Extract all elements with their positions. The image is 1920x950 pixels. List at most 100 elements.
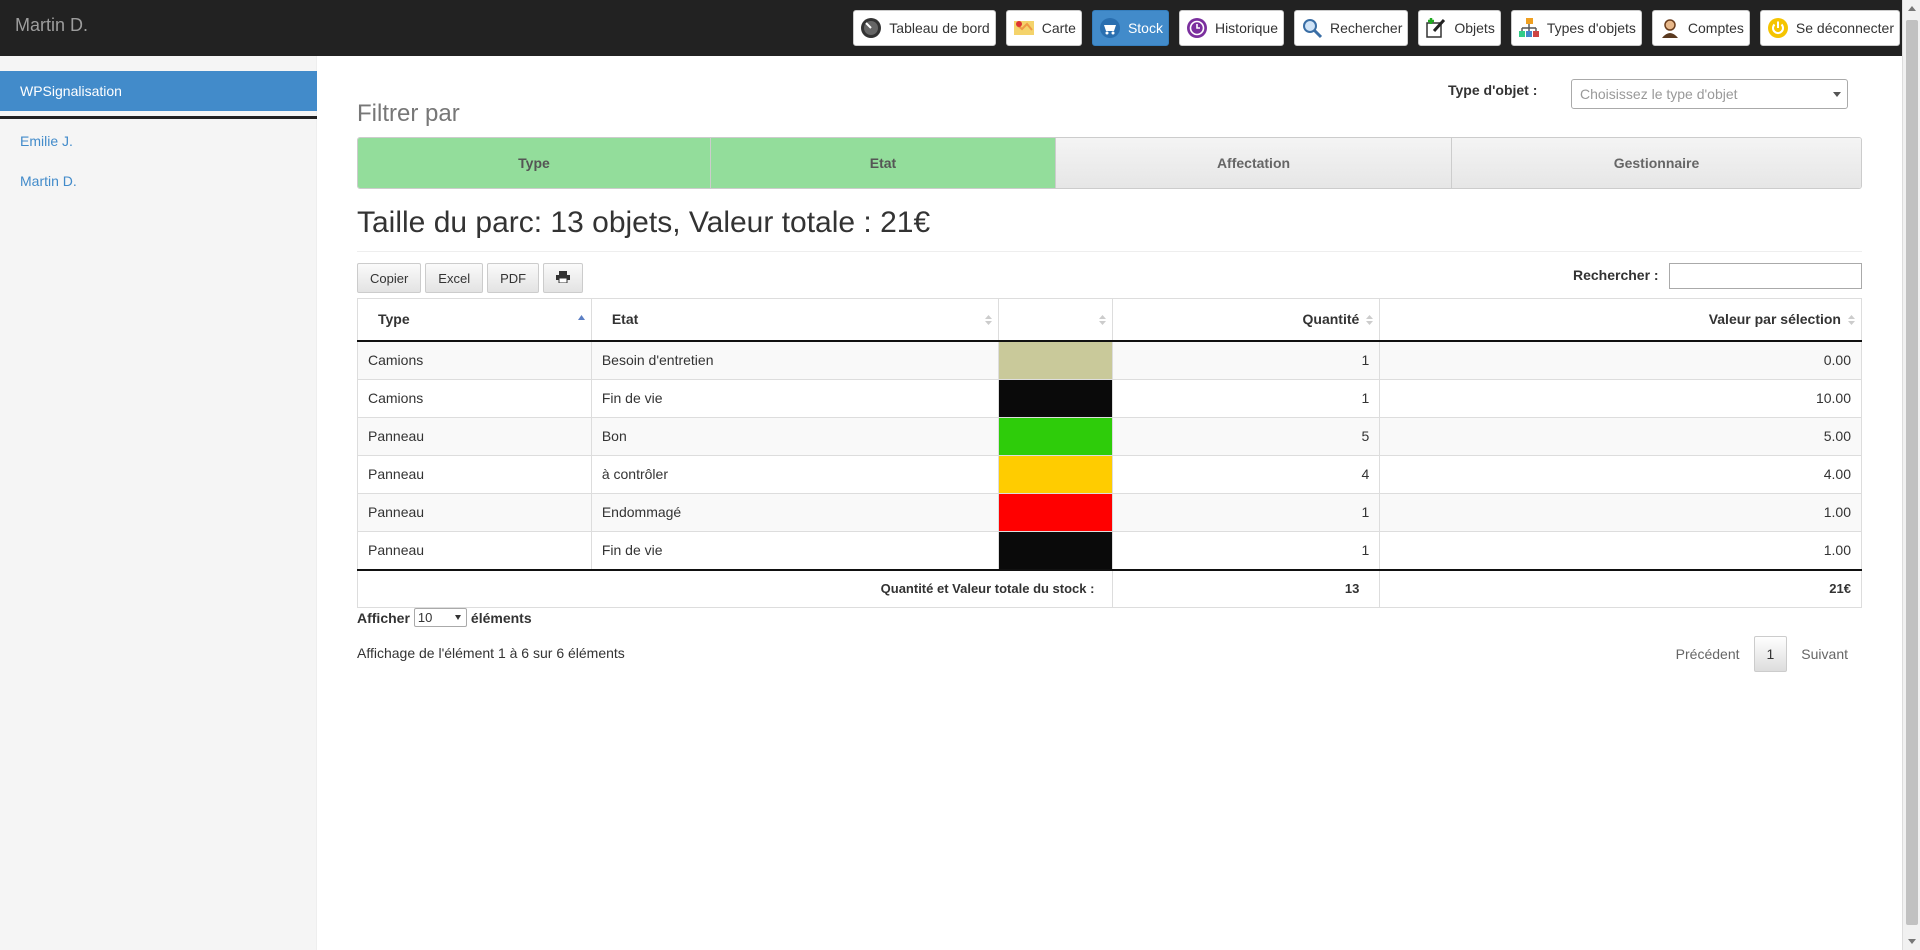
summary-divider: [357, 251, 1862, 252]
column-header-valeur[interactable]: Valeur par sélection: [1379, 298, 1862, 342]
user-accounts-icon: [1658, 16, 1682, 40]
filter-tab-gestionnaire[interactable]: Gestionnaire: [1452, 138, 1861, 188]
filter-tab-affectation[interactable]: Affectation: [1056, 138, 1452, 188]
color-swatch: [998, 417, 1113, 455]
sidebar-divider: [0, 116, 317, 119]
cell-etat: Besoin d'entretien: [590, 340, 999, 380]
nav-buttons: Tableau de bord Carte Stock Historique R…: [853, 10, 1900, 46]
table-info: Affichage de l'élément 1 à 6 sur 6 éléme…: [357, 645, 625, 661]
sidebar-link-martin[interactable]: Martin D.: [20, 173, 77, 189]
history-clock-icon: [1185, 16, 1209, 40]
object-type-select[interactable]: Choisissez le type d'objet: [1571, 79, 1848, 109]
sidebar-link-emilie[interactable]: Emilie J.: [20, 133, 73, 149]
cell-quantite: 1: [1112, 378, 1381, 418]
table-footer-row: Quantité et Valeur totale du stock : 13 …: [356, 568, 1862, 608]
nav-object-types-button[interactable]: Types d'objets: [1510, 10, 1642, 46]
cell-type: Panneau: [357, 454, 592, 494]
pdf-button[interactable]: PDF: [487, 263, 540, 293]
map-icon: [1012, 16, 1036, 40]
nav-logout-button[interactable]: Se déconnecter: [1759, 10, 1900, 46]
column-header-type[interactable]: Type: [357, 298, 592, 342]
table-header-row: Type Etat Quantité Valeur par sélection: [357, 298, 1862, 342]
cell-quantite: 4: [1112, 454, 1381, 494]
cell-color: [997, 416, 1114, 456]
cell-etat: Bon: [590, 416, 999, 456]
edit-objects-icon: [1424, 16, 1448, 40]
nav-dashboard-button[interactable]: Tableau de bord: [853, 10, 996, 46]
cell-type: Camions: [357, 340, 592, 380]
column-header-quantite[interactable]: Quantité: [1112, 298, 1381, 342]
column-header-color[interactable]: [997, 298, 1114, 342]
filter-tabs: Type Etat Affectation Gestionnaire: [357, 137, 1862, 189]
magnifier-icon: [1300, 16, 1324, 40]
cell-valeur: 1.00: [1379, 530, 1862, 570]
filter-tab-etat[interactable]: Etat: [711, 138, 1056, 188]
pagination-prev[interactable]: Précédent: [1662, 636, 1754, 672]
cell-quantite: 1: [1112, 340, 1381, 380]
hierarchy-icon: [1517, 16, 1541, 40]
table-row: Panneau Endommagé 1 1.00: [357, 492, 1862, 532]
sort-both-icon: [1366, 315, 1374, 325]
pagination: Précédent 1 Suivant: [1662, 636, 1862, 672]
cell-etat: Fin de vie: [590, 530, 999, 570]
cell-type: Panneau: [357, 492, 592, 532]
nav-accounts-button[interactable]: Comptes: [1651, 10, 1750, 46]
cell-quantite: 5: [1112, 416, 1381, 456]
cell-type: Panneau: [357, 416, 592, 456]
table-row: Camions Fin de vie 1 10.00: [357, 378, 1862, 418]
cell-color: [997, 340, 1114, 380]
footer-total-valeur: 21€: [1379, 568, 1862, 608]
scroll-down-icon[interactable]: [1908, 939, 1916, 944]
scroll-up-icon[interactable]: [1908, 6, 1916, 11]
filter-title: Filtrer par: [357, 100, 460, 127]
chevron-down-icon: [1833, 92, 1841, 97]
color-swatch: [998, 455, 1113, 493]
nav-stock-button[interactable]: Stock: [1091, 10, 1169, 46]
export-toolbar: Copier Excel PDF: [357, 263, 584, 293]
cell-etat: à contrôler: [590, 454, 999, 494]
pagination-next[interactable]: Suivant: [1787, 636, 1862, 672]
column-header-etat[interactable]: Etat: [590, 298, 999, 342]
navbar-brand[interactable]: Martin D.: [15, 15, 88, 36]
sidebar-item-wpsignalisation[interactable]: WPSignalisation: [0, 71, 317, 111]
cell-valeur: 1.00: [1379, 492, 1862, 532]
object-type-placeholder: Choisissez le type d'objet: [1580, 86, 1738, 102]
nav-history-button[interactable]: Historique: [1178, 10, 1284, 46]
table-search-input[interactable]: [1669, 263, 1862, 289]
color-swatch: [998, 379, 1113, 417]
color-swatch: [998, 493, 1113, 531]
cart-icon: [1098, 16, 1122, 40]
print-icon: [556, 270, 571, 286]
excel-button[interactable]: Excel: [425, 263, 484, 293]
nav-objects-button[interactable]: Objets: [1418, 10, 1501, 46]
copy-button[interactable]: Copier: [357, 263, 422, 293]
print-button[interactable]: [543, 263, 584, 293]
cell-valeur: 5.00: [1379, 416, 1862, 456]
page-length-control: Afficher 10 éléments: [357, 608, 532, 627]
page-length-select[interactable]: 10: [413, 608, 467, 627]
power-icon: [1766, 16, 1790, 40]
footer-total-quantite: 13: [1112, 568, 1381, 608]
sort-both-icon: [984, 315, 992, 325]
chevron-down-icon: [454, 615, 461, 620]
nav-map-button[interactable]: Carte: [1005, 10, 1082, 46]
scrollbar-thumb[interactable]: [1906, 20, 1918, 925]
filter-tab-type[interactable]: Type: [358, 138, 711, 188]
cell-color: [997, 530, 1114, 570]
sidebar: WPSignalisation Emilie J. Martin D.: [0, 56, 317, 950]
cell-color: [997, 492, 1114, 532]
page-length-prefix: Afficher: [357, 609, 410, 626]
cell-color: [997, 454, 1114, 494]
pagination-page-1[interactable]: 1: [1753, 636, 1788, 672]
page-scrollbar[interactable]: [1902, 0, 1920, 950]
cell-type: Camions: [357, 378, 592, 418]
table-row: Panneau Bon 5 5.00: [357, 416, 1862, 456]
dashboard-gauge-icon: [859, 16, 883, 40]
object-type-label: Type d'objet :: [1448, 82, 1538, 98]
color-swatch: [998, 531, 1113, 569]
table-row: Panneau à contrôler 4 4.00: [357, 454, 1862, 494]
cell-valeur: 4.00: [1379, 454, 1862, 494]
table-search-label: Rechercher :: [1573, 267, 1659, 283]
nav-search-button[interactable]: Rechercher: [1293, 10, 1409, 46]
page-length-suffix: éléments: [470, 609, 532, 626]
